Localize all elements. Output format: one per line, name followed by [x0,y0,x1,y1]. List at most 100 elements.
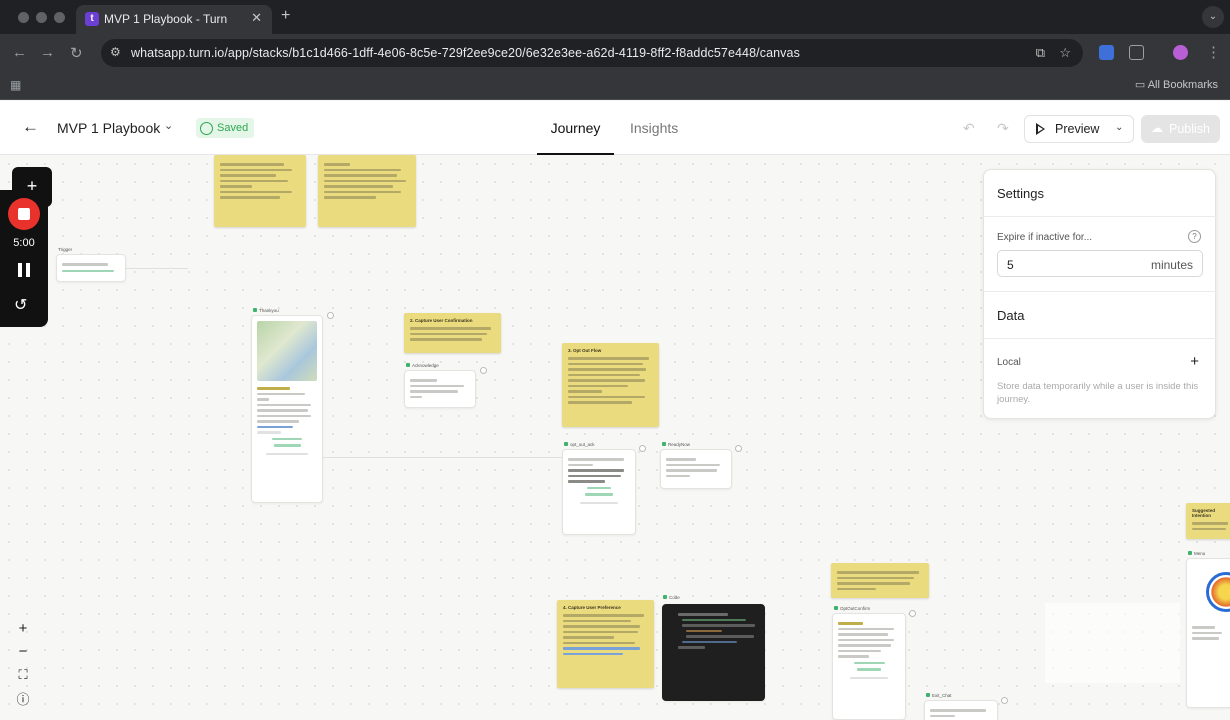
sticky-note-title: Suggested Intention [1192,508,1216,518]
zoom-in-icon[interactable]: + [13,620,33,637]
node-label-text: opt_out_ack [570,442,595,447]
thankyou-card[interactable] [251,315,323,503]
cloud-upload-icon: ☁ [1151,121,1163,135]
sticky-note-title: 2. Capture User Confirmation [410,318,473,323]
question-icon[interactable]: ? [1188,230,1201,243]
bookmarks-bar: ▦ ▭ All Bookmarks [0,72,1230,100]
undo-icon[interactable]: ↶ [963,120,975,137]
node-label: Menu [1188,551,1205,556]
node-label: Code [663,595,680,600]
back-arrow-icon[interactable]: ← [22,117,39,137]
pause-icon[interactable] [18,263,30,277]
journey-title[interactable]: MVP 1 Playbook [57,120,160,136]
tab-search-chevron-icon[interactable]: ⌄ [1202,6,1224,28]
add-node-plus-icon[interactable] [480,367,487,374]
menu-card[interactable] [1186,558,1230,708]
new-tab-icon[interactable]: + [281,7,290,25]
reload-icon[interactable]: ↻ [70,44,83,62]
add-node-plus-icon[interactable] [639,445,646,452]
restart-icon[interactable]: ↺ [14,295,27,315]
all-bookmarks[interactable]: ▭ All Bookmarks [1135,78,1218,91]
profile-avatar-icon[interactable] [1173,45,1188,60]
browser-tab-title: MVP 1 Playbook - Turn [104,12,228,26]
turn-favicon-icon: t [85,12,99,26]
exit-chat-card[interactable] [924,700,998,720]
node-label: Thankyou [253,308,279,313]
tab-journey[interactable]: Journey [537,120,614,155]
trigger-card[interactable] [56,254,126,282]
forward-icon[interactable]: → [40,44,55,61]
zoom-out-icon[interactable]: − [13,643,33,660]
expire-input[interactable]: 5 minutes [997,250,1203,277]
expire-unit: minutes [1150,258,1193,272]
expire-label: Expire if inactive for... [997,232,1093,243]
install-app-icon[interactable]: ⧉ [1036,45,1045,61]
publish-label: Publish [1169,122,1210,136]
browser-tab-bar: t MVP 1 Playbook - Turn ✕ + ⌄ [0,0,1230,34]
divider [984,291,1217,292]
minimap[interactable] [1045,603,1180,683]
logo-seal-image [1206,572,1230,612]
tab-close-icon[interactable]: ✕ [251,10,262,26]
add-node-plus-icon[interactable] [327,312,334,319]
acknowledge-card[interactable] [404,370,476,408]
divider [984,338,1217,339]
tab-insights[interactable]: Insights [630,120,678,136]
extension-icon[interactable] [1099,45,1114,60]
add-local-plus-icon[interactable]: + [1190,353,1199,370]
window-close-dot[interactable] [18,12,29,23]
saved-clock-icon [200,121,213,135]
opt-out-ack-card[interactable] [562,449,636,535]
address-url: whatsapp.turn.io/app/stacks/b1c1d466-1df… [131,46,800,60]
connector-line [126,268,188,269]
add-node-plus-icon[interactable] [1001,697,1008,704]
sticky-note[interactable] [214,155,306,227]
publish-button[interactable]: ☁ Publish [1141,115,1220,143]
data-title: Data [997,308,1025,323]
local-description: Store data temporarily while a user is i… [997,381,1199,405]
node-label: opt_out_ack [564,442,595,447]
browser-menu-icon[interactable]: ⋮ [1206,43,1221,61]
code-card[interactable] [662,604,765,701]
chevron-down-icon[interactable]: ⌄ [164,119,173,132]
window-minimize-dot[interactable] [36,12,47,23]
add-node-plus-icon[interactable] [909,610,916,617]
node-label-text: Menu [1194,551,1206,556]
sticky-note[interactable]: 2. Capture User Confirmation [404,313,501,353]
sticky-note[interactable] [831,563,929,598]
back-icon[interactable]: ← [12,44,27,61]
stop-record-icon[interactable] [8,198,40,230]
sticky-note[interactable]: 4. Capture User Preference [557,600,654,688]
node-label-text: Thankyou [259,308,279,313]
sticky-note[interactable]: Suggested Intention [1186,503,1230,539]
extensions-puzzle-icon[interactable] [1129,45,1144,60]
fit-view-icon[interactable]: ⛶ [13,667,33,683]
sticky-note[interactable]: 3. Opt Out Flow [562,343,659,427]
sticky-note-title: 3. Opt Out Flow [568,348,602,353]
node-label: OptOutConfirm [834,606,870,611]
preview-label: Preview [1055,122,1100,136]
node-label-text: ReadyNow [668,442,691,447]
readynow-card[interactable] [660,449,732,489]
bookmark-star-icon[interactable]: ☆ [1059,45,1071,61]
node-label: Exit_Chat [926,693,952,698]
settings-panel: Settings Expire if inactive for... ? 5 m… [983,169,1217,419]
site-info-icon[interactable]: ⚙ [110,45,121,59]
sticky-note[interactable] [318,155,416,227]
preview-chevron-icon[interactable]: ⌄ [1115,122,1123,133]
browser-toolbar: ← → ↻ ⚙ whatsapp.turn.io/app/stacks/b1c1… [0,34,1230,72]
redo-icon[interactable]: ↷ [997,120,1009,137]
add-node-plus-icon[interactable] [735,445,742,452]
help-icon[interactable]: ⓘ [13,689,33,708]
all-bookmarks-label: All Bookmarks [1147,79,1218,91]
browser-tab[interactable]: t MVP 1 Playbook - Turn ✕ [76,5,272,34]
sticky-note-title: 4. Capture User Preference [563,605,621,610]
opt-out-confirm-card[interactable] [832,613,906,720]
window-maximize-dot[interactable] [54,12,65,23]
node-label: Acknowledge [406,363,439,368]
preview-button[interactable]: Preview ⌄ [1024,115,1134,143]
connector-line [323,457,562,458]
node-label: ReadyNow [662,442,690,447]
address-bar[interactable]: ⚙ whatsapp.turn.io/app/stacks/b1c1d466-1… [101,39,1083,67]
apps-grid-icon[interactable]: ▦ [10,78,21,92]
